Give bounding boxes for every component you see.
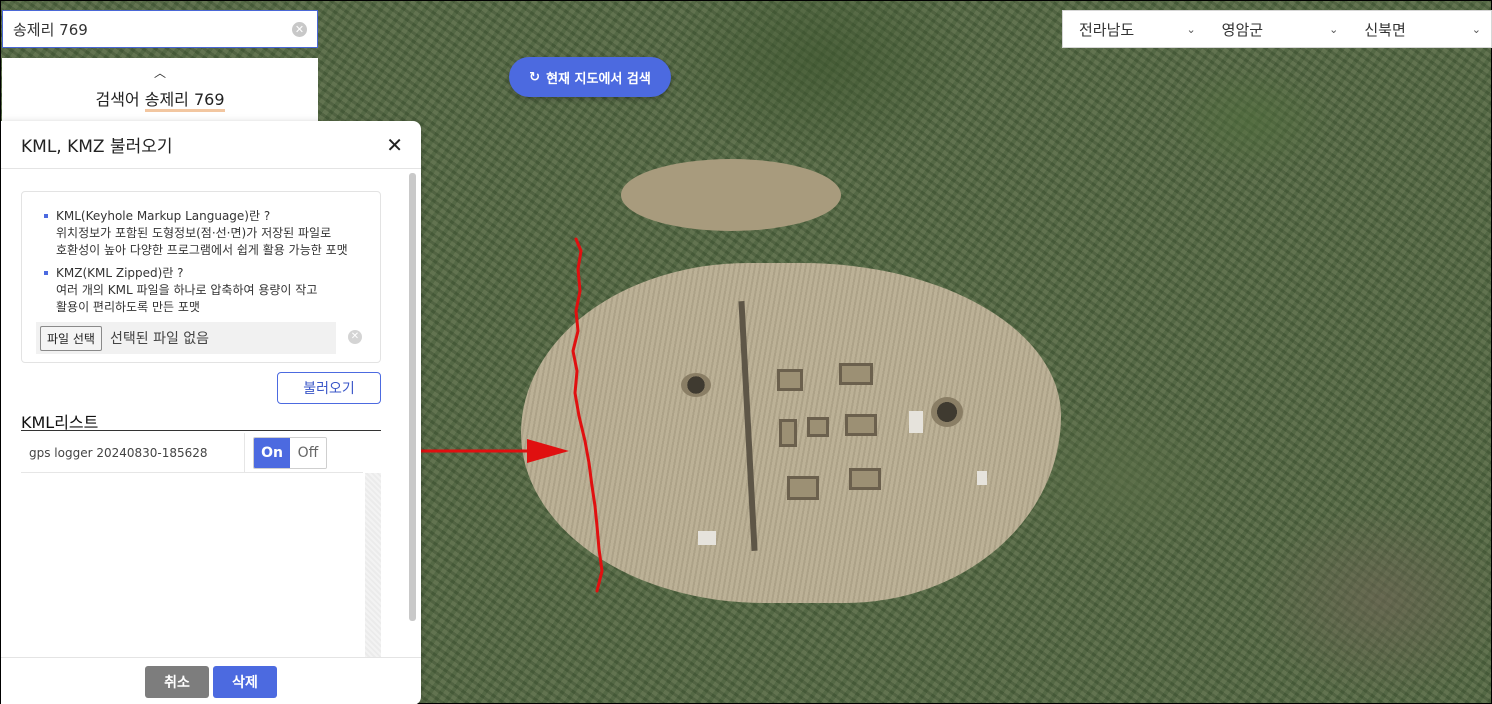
chevron-down-icon: ⌄ [1471,22,1482,36]
town-select[interactable]: 신북면 ⌄ [1348,11,1491,47]
delete-button[interactable]: 삭제 [213,665,277,698]
panel-header: KML, KMZ 불러오기 ✕ [1,121,421,169]
refresh-icon: ↻ [529,69,541,85]
format-info-box: KML(Keyhole Markup Language)란 ? 위치정보가 포함… [21,191,381,363]
town-select-value: 신북면 [1364,20,1406,39]
choose-file-button[interactable]: 파일 선택 [40,325,102,351]
kml-info-heading: KML(Keyhole Markup Language)란 ? [56,209,271,223]
kml-file-name: gps logger 20240830-185628 [21,433,245,472]
file-status: 선택된 파일 없음 [109,331,210,347]
toggle-off-button[interactable]: Off [290,437,326,468]
load-button[interactable]: 불러오기 [277,372,381,404]
toggle-on-button[interactable]: On [254,437,290,468]
county-select[interactable]: 영암군 ⌄ [1206,11,1349,47]
kml-info-line: 위치정보가 포함된 도형정보(점·선·면)가 저장된 파일로 [56,226,332,240]
panel-scrollbar[interactable] [409,173,416,621]
panel-title: KML, KMZ 불러오기 [21,137,173,157]
kmz-info-line: 활용이 편리하도록 만든 포맷 [56,300,200,314]
province-select-value: 전라남도 [1079,20,1135,39]
cancel-button[interactable]: 취소 [145,665,209,698]
county-select-value: 영암군 [1221,20,1264,39]
list-scrollbar[interactable] [365,473,381,657]
chevron-down-icon: ⌄ [1186,22,1196,36]
file-input[interactable]: 파일 선택 선택된 파일 없음 [36,322,336,354]
search-result-prefix: 검색어 [95,90,140,109]
search-result-summary: 검색어 송제리 769 [2,86,318,112]
search-bar[interactable]: 송제리 769 ✕ [2,10,318,48]
search-current-map-label: 현재 지도에서 검색 [546,71,651,87]
kmz-info-line: 여러 개의 KML 파일을 하나로 압축하여 용량이 작고 [56,283,318,297]
clear-file-icon[interactable]: ✕ [348,330,362,344]
panel-footer: 취소 삭제 [1,657,421,704]
close-icon[interactable]: ✕ [386,133,403,157]
chevron-up-icon[interactable]: ︿ [2,64,318,80]
kml-info-line: 호환성이 높아 다양한 프로그램에서 쉽게 활용 가능한 포맷 [56,243,348,257]
list-item: gps logger 20240830-185628 On Off [21,433,363,473]
kmz-info: KMZ(KML Zipped)란 ? 여러 개의 KML 파일을 하나로 압축하… [44,265,366,316]
province-select[interactable]: 전라남도 ⌄ [1063,11,1206,47]
chevron-down-icon: ⌄ [1329,22,1339,36]
search-result-panel: ︿ 검색어 송제리 769 [2,58,318,122]
kml-list-title: KML리스트 [21,409,381,432]
gps-track-line [571,237,604,593]
search-result-keyword: 송제리 769 [144,90,225,112]
region-selector: 전라남도 ⌄ 영암군 ⌄ 신북면 ⌄ [1062,10,1492,48]
annotation-arrow-head [527,439,569,463]
kml-info: KML(Keyhole Markup Language)란 ? 위치정보가 포함… [44,208,366,259]
search-current-map-button[interactable]: ↻ 현재 지도에서 검색 [509,57,671,97]
kmz-info-heading: KMZ(KML Zipped)란 ? [56,266,184,280]
kml-import-panel: KML, KMZ 불러오기 ✕ KML(Keyhole Markup Langu… [1,121,421,704]
search-input[interactable]: 송제리 769 [13,19,292,40]
clear-icon[interactable]: ✕ [292,21,307,37]
visibility-toggle[interactable]: On Off [253,436,327,469]
